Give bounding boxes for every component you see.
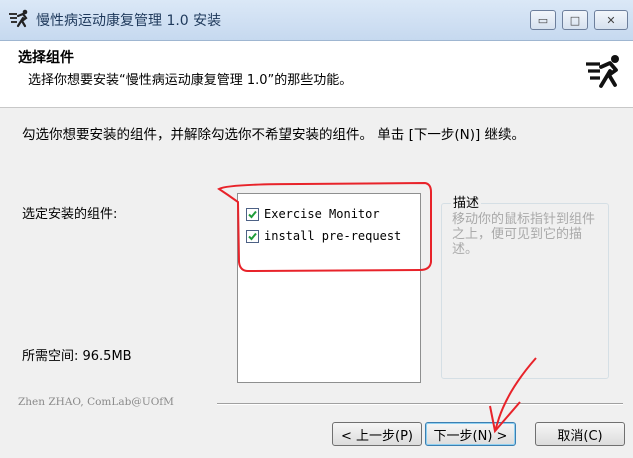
maximize-button[interactable]: □ bbox=[562, 10, 588, 30]
cancel-button[interactable]: 取消(C) bbox=[535, 422, 625, 446]
component-item-install-pre-request[interactable]: install pre-request bbox=[246, 228, 401, 244]
installer-window: 慢性病运动康复管理 1.0 安装 ▭ □ ✕ 选择组件 选择你想要安装“慢性病运… bbox=[0, 0, 633, 458]
back-button[interactable]: < 上一步(P) bbox=[332, 422, 422, 446]
components-list[interactable]: Exercise Monitor install pre-request bbox=[237, 193, 421, 383]
close-button[interactable]: ✕ bbox=[594, 10, 628, 30]
page-subtitle: 选择你想要安装“慢性病运动康复管理 1.0”的那些功能。 bbox=[28, 73, 353, 88]
checkmark-icon bbox=[248, 232, 257, 240]
minimize-icon: ▭ bbox=[537, 13, 549, 27]
window-title: 慢性病运动康复管理 1.0 安装 bbox=[36, 13, 222, 29]
components-label: 选定安装的组件: bbox=[22, 207, 118, 222]
page-title: 选择组件 bbox=[18, 50, 74, 66]
title-bar[interactable]: 慢性病运动康复管理 1.0 安装 ▭ □ ✕ bbox=[0, 0, 633, 41]
component-label: install pre-request bbox=[264, 229, 402, 243]
component-item-exercise-monitor[interactable]: Exercise Monitor bbox=[246, 206, 380, 222]
maximize-icon: □ bbox=[569, 13, 581, 27]
checkbox-install-pre-request[interactable] bbox=[246, 229, 259, 243]
minimize-button[interactable]: ▭ bbox=[530, 10, 556, 30]
next-button[interactable]: 下一步(N) > bbox=[425, 422, 516, 446]
space-required-label: 所需空间: 96.5MB bbox=[22, 349, 132, 364]
footer-divider bbox=[217, 403, 623, 405]
instruction-text: 勾选你想要安装的组件，并解除勾选你不希望安装的组件。 单击 [下一步(N)] 继… bbox=[22, 127, 526, 143]
component-label: Exercise Monitor bbox=[264, 207, 380, 221]
close-icon: ✕ bbox=[606, 13, 616, 27]
runner-icon bbox=[9, 9, 28, 28]
description-text: 移动你的鼠标指针到组件之上，便可见到它的描述。 bbox=[452, 212, 596, 257]
page-header: 选择组件 选择你想要安装“慢性病运动康复管理 1.0”的那些功能。 bbox=[0, 41, 633, 108]
runner-logo-icon bbox=[586, 55, 619, 88]
description-title: 描述 bbox=[451, 192, 482, 211]
branding-text: Zhen ZHAO, ComLab@UOfM bbox=[18, 396, 174, 408]
checkbox-exercise-monitor[interactable] bbox=[246, 207, 259, 221]
checkmark-icon bbox=[248, 210, 257, 218]
